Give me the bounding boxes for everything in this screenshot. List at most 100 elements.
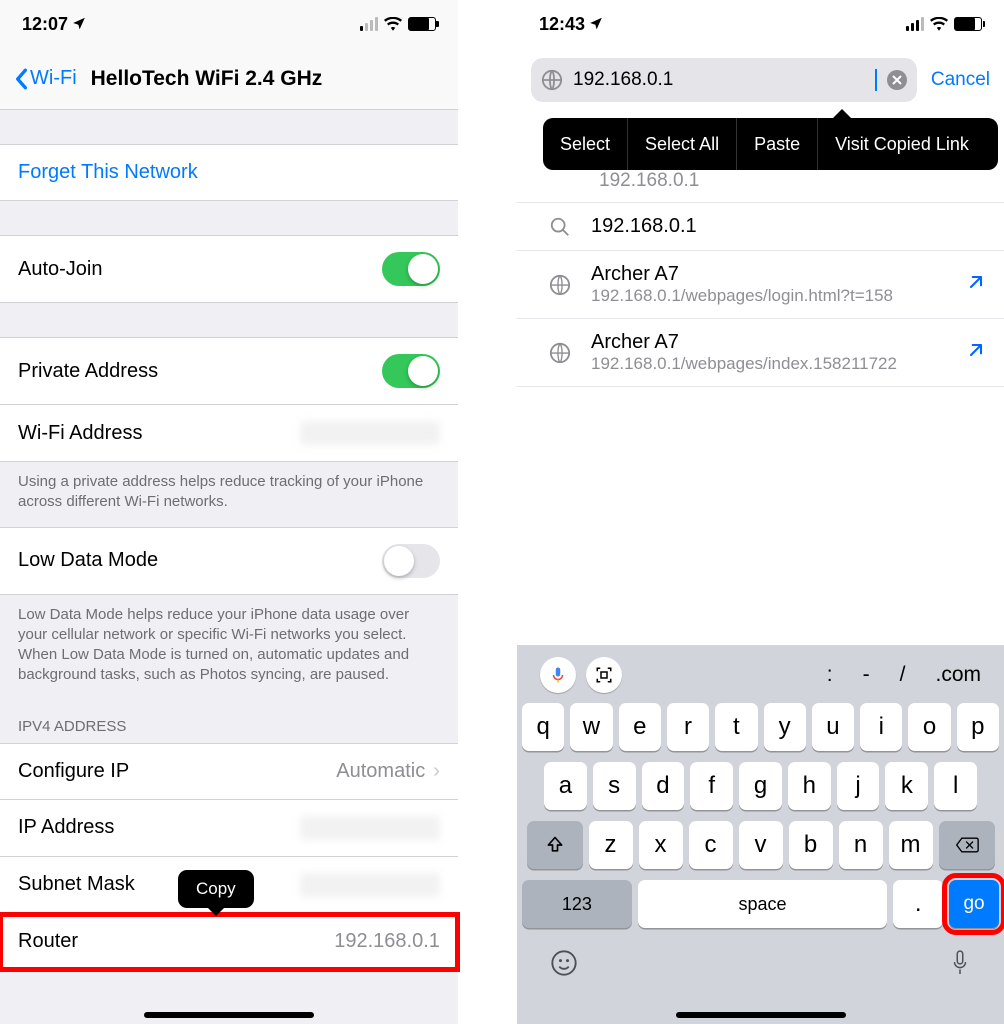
key-e[interactable]: e: [619, 703, 661, 751]
cellular-bars-icon: [360, 17, 378, 31]
ip-address-label: IP Address: [18, 816, 114, 839]
key-f[interactable]: f: [690, 762, 733, 810]
shortcut-slash[interactable]: /: [900, 663, 906, 687]
suggestion-url: 192.168.0.1/webpages/login.html?t=158: [591, 286, 948, 306]
key-shift[interactable]: [527, 821, 583, 869]
url-input[interactable]: [573, 69, 867, 91]
scan-qr-button[interactable]: [586, 657, 622, 693]
private-address-switch[interactable]: [382, 354, 440, 388]
dictation-button[interactable]: [949, 949, 971, 982]
battery-icon: [954, 17, 982, 31]
key-y[interactable]: y: [764, 703, 806, 751]
back-button[interactable]: Wi-Fi: [14, 67, 77, 90]
cellular-bars-icon: [906, 17, 924, 31]
key-n[interactable]: n: [839, 821, 883, 869]
voice-search-button[interactable]: [540, 657, 576, 693]
arrow-open-icon[interactable]: [966, 340, 986, 365]
keyboard-bottom-row: [522, 939, 999, 982]
chevron-left-icon: [14, 68, 28, 90]
key-g[interactable]: g: [739, 762, 782, 810]
key-d[interactable]: d: [642, 762, 685, 810]
cancel-button[interactable]: Cancel: [931, 69, 990, 91]
key-i[interactable]: i: [860, 703, 902, 751]
key-backspace[interactable]: [939, 821, 995, 869]
search-icon: [547, 216, 573, 238]
router-row[interactable]: Router 192.168.0.1: [0, 914, 458, 970]
status-time: 12:07: [22, 14, 68, 35]
key-go[interactable]: go: [949, 880, 999, 928]
qr-scan-icon: [595, 666, 613, 684]
key-q[interactable]: q: [522, 703, 564, 751]
auto-join-switch[interactable]: [382, 252, 440, 286]
ctx-paste[interactable]: Paste: [736, 118, 817, 170]
shortcut-dotcom[interactable]: .com: [935, 663, 981, 687]
globe-icon: [547, 342, 573, 364]
key-z[interactable]: z: [589, 821, 633, 869]
key-s[interactable]: s: [593, 762, 636, 810]
key-v[interactable]: v: [739, 821, 783, 869]
forget-network-button[interactable]: Forget This Network: [0, 144, 458, 201]
text-context-menu: Select Select All Paste Visit Copied Lin…: [543, 118, 998, 170]
ip-address-row[interactable]: IP Address: [0, 800, 458, 857]
ip-address-value-redacted: [300, 816, 440, 840]
nav-bar: Wi-Fi HelloTech WiFi 2.4 GHz: [0, 48, 458, 110]
keyboard: : - / .com q w e r t y u i o p a s d f g…: [517, 645, 1004, 1024]
suggestion-page-1[interactable]: Archer A7 192.168.0.1/webpages/login.htm…: [517, 251, 1004, 319]
key-k[interactable]: k: [885, 762, 928, 810]
router-label: Router: [18, 930, 78, 953]
suggestion-search[interactable]: 192.168.0.1: [517, 203, 1004, 251]
suggestion-history-faded[interactable]: 192.168.0.1: [517, 168, 1004, 203]
key-t[interactable]: t: [715, 703, 757, 751]
ctx-select-all[interactable]: Select All: [627, 118, 736, 170]
key-dot[interactable]: .: [893, 880, 943, 928]
key-r[interactable]: r: [667, 703, 709, 751]
key-123[interactable]: 123: [522, 880, 632, 928]
key-b[interactable]: b: [789, 821, 833, 869]
low-data-mode-switch[interactable]: [382, 544, 440, 578]
keyboard-row-4: 123 space . go: [522, 880, 999, 928]
url-field[interactable]: [531, 58, 917, 102]
configure-ip-value: Automatic: [336, 760, 425, 782]
clear-text-button[interactable]: [887, 70, 907, 90]
keyboard-row-2: a s d f g h j k l: [522, 762, 999, 810]
configure-ip-row[interactable]: Configure IP Automatic›: [0, 743, 458, 800]
private-address-footer: Using a private address helps reduce tra…: [0, 462, 458, 527]
router-value: 192.168.0.1: [334, 930, 440, 953]
key-x[interactable]: x: [639, 821, 683, 869]
key-l[interactable]: l: [934, 762, 977, 810]
ctx-visit-copied-link[interactable]: Visit Copied Link: [817, 118, 986, 170]
home-indicator[interactable]: [676, 1012, 846, 1018]
low-data-mode-label: Low Data Mode: [18, 549, 158, 572]
microphone-icon: [549, 666, 567, 684]
shortcut-dash[interactable]: -: [863, 663, 870, 687]
globe-icon: [547, 274, 573, 296]
home-indicator[interactable]: [144, 1012, 314, 1018]
ctx-select[interactable]: Select: [543, 118, 627, 170]
status-bar: 12:07: [0, 0, 458, 48]
key-h[interactable]: h: [788, 762, 831, 810]
key-u[interactable]: u: [812, 703, 854, 751]
private-address-label: Private Address: [18, 360, 158, 383]
chevron-right-icon: ›: [433, 760, 440, 782]
arrow-open-icon[interactable]: [966, 272, 986, 297]
emoji-button[interactable]: [550, 949, 578, 982]
keyboard-shortcut-bar: : - / .com: [522, 653, 999, 703]
key-o[interactable]: o: [908, 703, 950, 751]
keyboard-row-3: z x c v b n m: [522, 821, 999, 869]
key-c[interactable]: c: [689, 821, 733, 869]
suggestion-page-2[interactable]: Archer A7 192.168.0.1/webpages/index.158…: [517, 319, 1004, 387]
wifi-icon: [384, 17, 402, 31]
key-w[interactable]: w: [570, 703, 612, 751]
key-m[interactable]: m: [889, 821, 933, 869]
url-bar-container: Cancel: [517, 48, 1004, 108]
copy-tooltip[interactable]: Copy: [178, 870, 254, 908]
key-space[interactable]: space: [638, 880, 887, 928]
key-a[interactable]: a: [544, 762, 587, 810]
settings-wifi-detail-screen: 12:07 Wi-Fi HelloTech WiFi 2.4 GHz Forge…: [0, 0, 458, 1024]
suggestion-title: Archer A7: [591, 263, 948, 286]
key-j[interactable]: j: [837, 762, 880, 810]
key-p[interactable]: p: [957, 703, 999, 751]
suggestion-title: Archer A7: [591, 331, 948, 354]
wifi-address-row: Wi-Fi Address: [0, 405, 458, 462]
shortcut-colon[interactable]: :: [827, 663, 833, 687]
